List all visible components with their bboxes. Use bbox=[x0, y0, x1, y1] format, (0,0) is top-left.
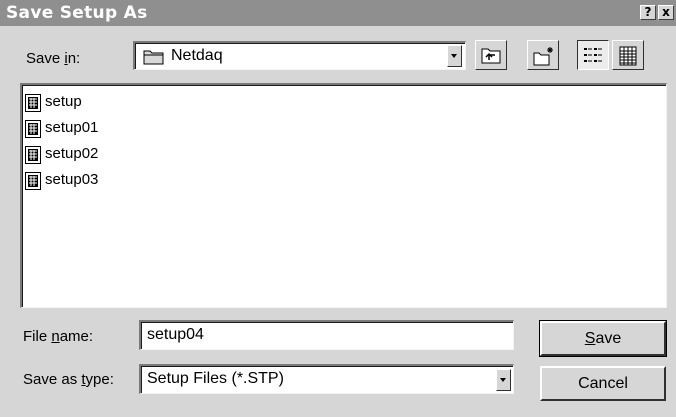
help-button[interactable]: ? bbox=[640, 5, 656, 20]
file-name-text: setup bbox=[45, 93, 82, 110]
save-button[interactable]: Save bbox=[539, 320, 667, 357]
setup-file-icon bbox=[25, 172, 41, 190]
list-view-button[interactable] bbox=[577, 40, 609, 70]
save-in-dropdown-button[interactable] bbox=[447, 45, 462, 67]
cancel-button[interactable]: Cancel bbox=[540, 366, 666, 401]
save-as-type-label: Save as type: bbox=[23, 371, 114, 388]
setup-file-icon bbox=[25, 120, 41, 138]
file-name-value: setup04 bbox=[147, 326, 204, 343]
save-as-type-select[interactable]: Setup Files (*.STP) bbox=[139, 364, 514, 394]
chevron-down-icon bbox=[500, 378, 506, 382]
details-view-button[interactable] bbox=[612, 40, 644, 70]
folder-icon bbox=[143, 50, 164, 65]
up-folder-icon bbox=[481, 48, 501, 64]
create-new-folder-button[interactable] bbox=[527, 40, 559, 70]
close-button[interactable]: x bbox=[658, 5, 674, 20]
up-one-level-button[interactable] bbox=[475, 40, 507, 70]
setup-file-icon bbox=[25, 146, 41, 164]
file-name-input[interactable]: setup04 bbox=[139, 320, 514, 350]
file-list[interactable]: setup setup01 setup02 setup03 bbox=[20, 83, 667, 308]
save-as-type-dropdown-button[interactable] bbox=[496, 369, 511, 391]
file-name-text: setup03 bbox=[45, 171, 99, 188]
details-view-icon bbox=[619, 46, 637, 66]
list-view-icon bbox=[584, 48, 602, 62]
save-setup-dialog: Save Setup As ? x Save in: Netdaq setup … bbox=[0, 0, 676, 417]
save-in-combo[interactable]: Netdaq bbox=[133, 41, 466, 70]
chevron-down-icon bbox=[451, 54, 457, 58]
window-title: Save Setup As bbox=[6, 3, 148, 23]
file-name-label: File name: bbox=[23, 328, 94, 345]
save-in-value: Netdaq bbox=[171, 47, 223, 64]
file-name-text: setup02 bbox=[45, 145, 99, 162]
file-name-text: setup01 bbox=[45, 119, 99, 136]
title-bar[interactable]: Save Setup As ? x bbox=[0, 0, 676, 26]
save-in-label: Save in: bbox=[26, 50, 81, 67]
new-folder-icon bbox=[533, 47, 553, 66]
save-as-type-value: Setup Files (*.STP) bbox=[147, 370, 284, 387]
setup-file-icon bbox=[25, 94, 41, 112]
